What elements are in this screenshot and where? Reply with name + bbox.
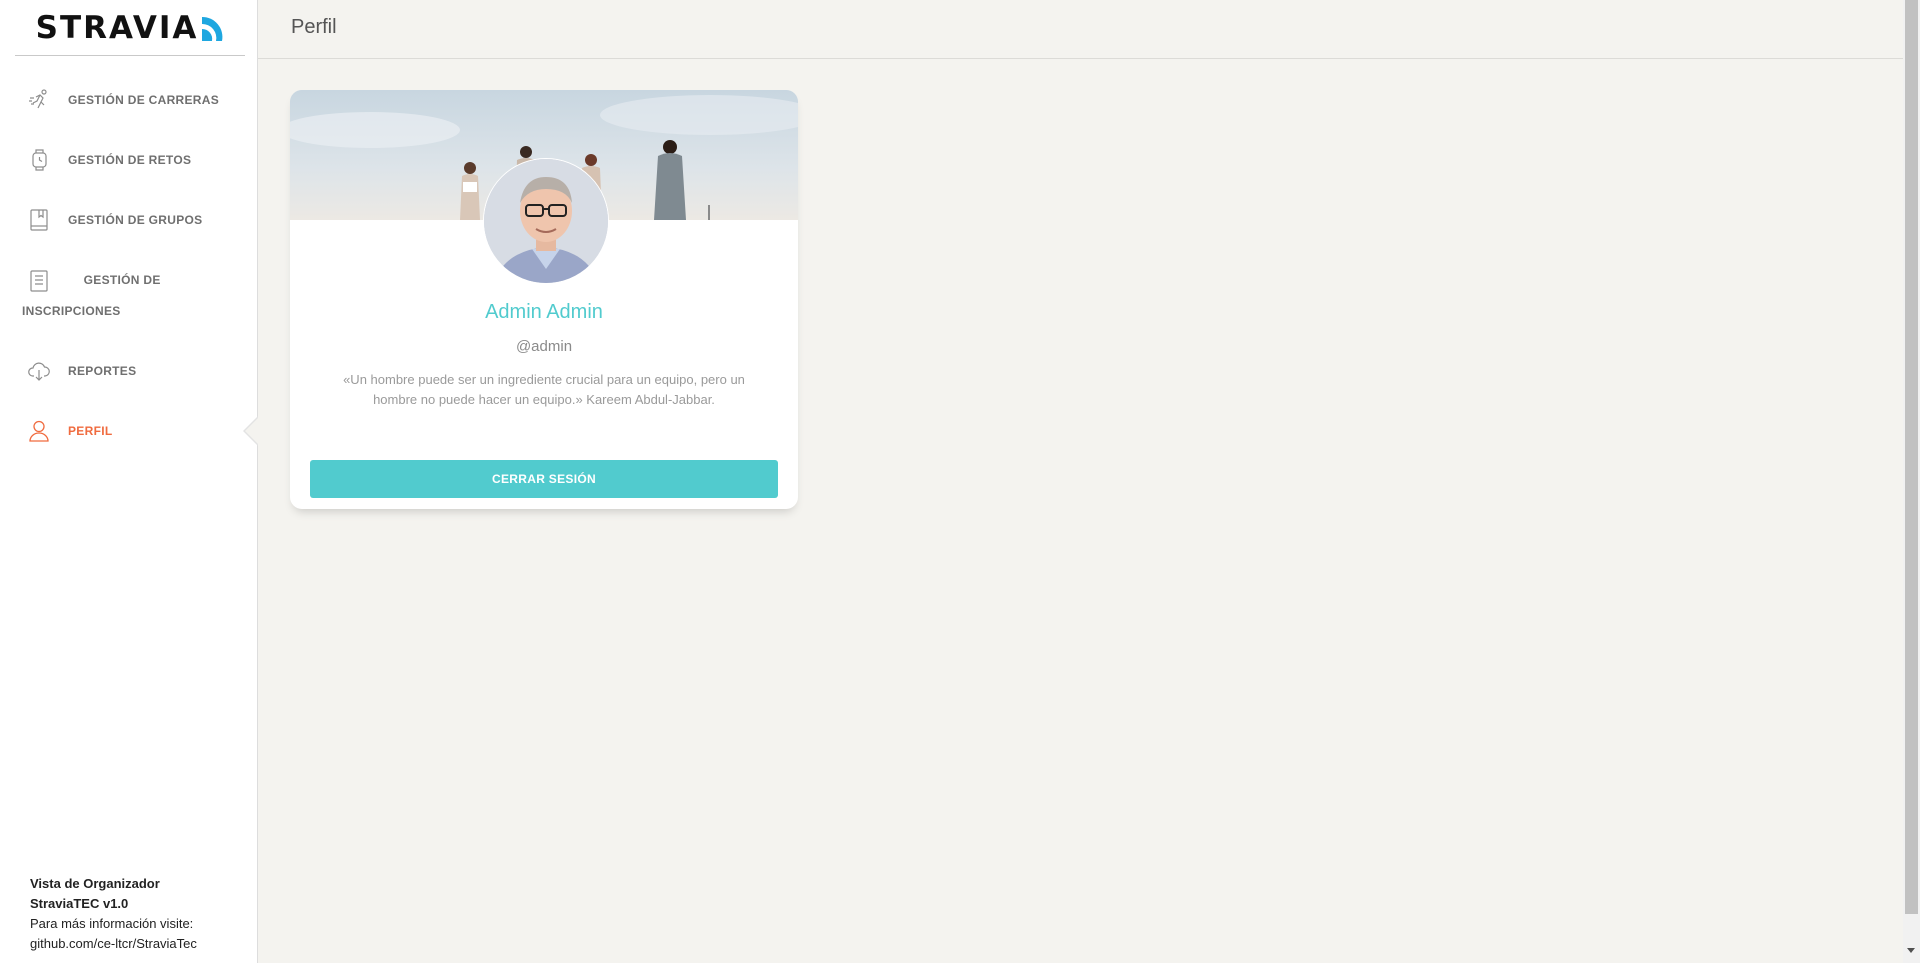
sidebar-nav: GESTIÓN DE CARRERAS GESTIÓN DE RETOS GES… [0, 70, 259, 461]
profile-quote: «Un hombre puede ser un ingrediente cruc… [343, 372, 745, 407]
profile-card: Admin Admin @admin «Un hombre puede ser … [290, 90, 798, 509]
brand-logo[interactable]: STRAVIA [15, 0, 245, 56]
sidebar-item-label: GESTIÓN DE RETOS [68, 153, 192, 167]
bookmark-book-icon [27, 205, 51, 235]
sidebar-item-label: GESTIÓN DE GRUPOS [68, 213, 203, 227]
paper-list-icon [27, 266, 51, 296]
runner-icon [27, 85, 51, 115]
vertical-scrollbar[interactable] [1903, 0, 1920, 963]
cloud-download-icon [27, 356, 51, 386]
profile-avatar [483, 158, 609, 284]
logo-signal-icon [202, 16, 223, 41]
sidebar-item-reportes[interactable]: REPORTES [0, 341, 258, 401]
footer-info-text: Para más información visite: [30, 916, 194, 931]
sidebar-item-inscripciones[interactable]: GESTIÓN DE INSCRIPCIONES [0, 250, 258, 341]
profile-name: Admin Admin [485, 301, 603, 323]
sidebar-item-grupos[interactable]: GESTIÓN DE GRUPOS [0, 190, 258, 250]
brand-name: STRAVIA [35, 9, 199, 46]
scroll-down-arrow-icon[interactable] [1907, 948, 1915, 953]
active-indicator [245, 416, 259, 445]
sidebar-footer: Vista de Organizador StraviaTEC v1.0 Par… [30, 874, 197, 954]
footer-view-label: Vista de Organizador [30, 876, 160, 891]
scrollbar-thumb[interactable] [1905, 0, 1918, 914]
footer-repo-link: github.com/ce-ltcr/StraviaTec [30, 936, 197, 951]
sidebar-item-label: GESTIÓN DE CARRERAS [68, 93, 220, 107]
page-title: Perfil [291, 16, 337, 38]
sidebar: STRAVIA GESTIÓN DE CARRERAS GESTIÓN DE R… [0, 0, 259, 963]
watch-icon [27, 145, 51, 175]
sidebar-item-perfil[interactable]: PERFIL [0, 401, 259, 461]
profile-username: @admin [515, 338, 573, 355]
sidebar-item-label: PERFIL [68, 423, 113, 438]
sidebar-item-carreras[interactable]: GESTIÓN DE CARRERAS [0, 70, 258, 130]
top-navbar: Perfil [258, 0, 1903, 59]
user-icon [27, 416, 51, 446]
footer-version: StraviaTEC v1.0 [30, 896, 129, 911]
sidebar-item-label: REPORTES [68, 363, 137, 378]
sidebar-item-retos[interactable]: GESTIÓN DE RETOS [0, 130, 258, 190]
logout-button[interactable]: CERRAR SESIÓN [310, 460, 778, 498]
